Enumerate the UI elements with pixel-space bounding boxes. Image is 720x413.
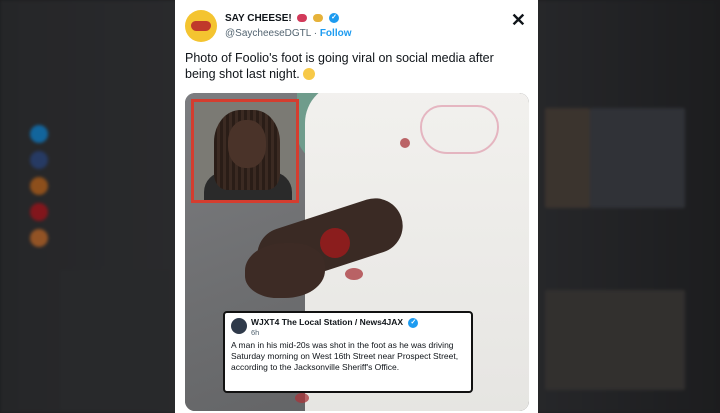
- embedded-news-post: WJXT4 The Local Station / News4JAX ✓ 6h …: [223, 311, 473, 393]
- verified-badge-icon: ✓: [329, 13, 340, 24]
- news-account-name: WJXT4 The Local Station / News4JAX: [251, 317, 404, 327]
- news-timestamp: 6h: [251, 328, 260, 337]
- tweet-body: Photo of Foolio's foot is going viral on…: [185, 51, 494, 81]
- avatar[interactable]: [185, 10, 217, 42]
- tweet-card: SAY CHEESE! ✓ @SaycheeseDGTL · Follow ✕ …: [175, 0, 538, 413]
- lips-logo-icon: [191, 21, 211, 31]
- display-name[interactable]: SAY CHEESE!: [225, 13, 292, 24]
- tweet-text: Photo of Foolio's foot is going viral on…: [185, 50, 525, 82]
- blood-stain: [400, 138, 410, 148]
- separator: ·: [310, 28, 320, 39]
- foot: [245, 243, 325, 298]
- face: [228, 120, 266, 168]
- lips-emoji-icon: [297, 14, 308, 23]
- handle-row: @SaycheeseDGTL · Follow: [225, 28, 352, 39]
- tweet-header: SAY CHEESE! ✓ @SaycheeseDGTL · Follow ✕: [185, 10, 528, 46]
- x-logo-icon[interactable]: ✕: [511, 10, 526, 31]
- tweet-photo[interactable]: WJXT4 The Local Station / News4JAX ✓ 6h …: [185, 93, 529, 411]
- news-body: A man in his mid-20s was shot in the foo…: [231, 340, 459, 372]
- verified-badge-icon: ✓: [408, 317, 419, 328]
- cheese-emoji-icon: [313, 14, 324, 23]
- news-account-row: WJXT4 The Local Station / News4JAX ✓: [251, 317, 419, 328]
- watermark-lips-icon: [420, 105, 499, 154]
- crying-face-emoji-icon: [303, 68, 316, 80]
- news-logo-icon: [231, 318, 247, 334]
- wound: [320, 228, 350, 258]
- display-name-row[interactable]: SAY CHEESE! ✓: [225, 13, 340, 24]
- blood-stain: [295, 393, 309, 403]
- inset-portrait: [191, 99, 299, 203]
- blood-stain: [345, 268, 363, 280]
- handle[interactable]: @SaycheeseDGTL: [225, 28, 311, 39]
- follow-button[interactable]: Follow: [320, 28, 352, 39]
